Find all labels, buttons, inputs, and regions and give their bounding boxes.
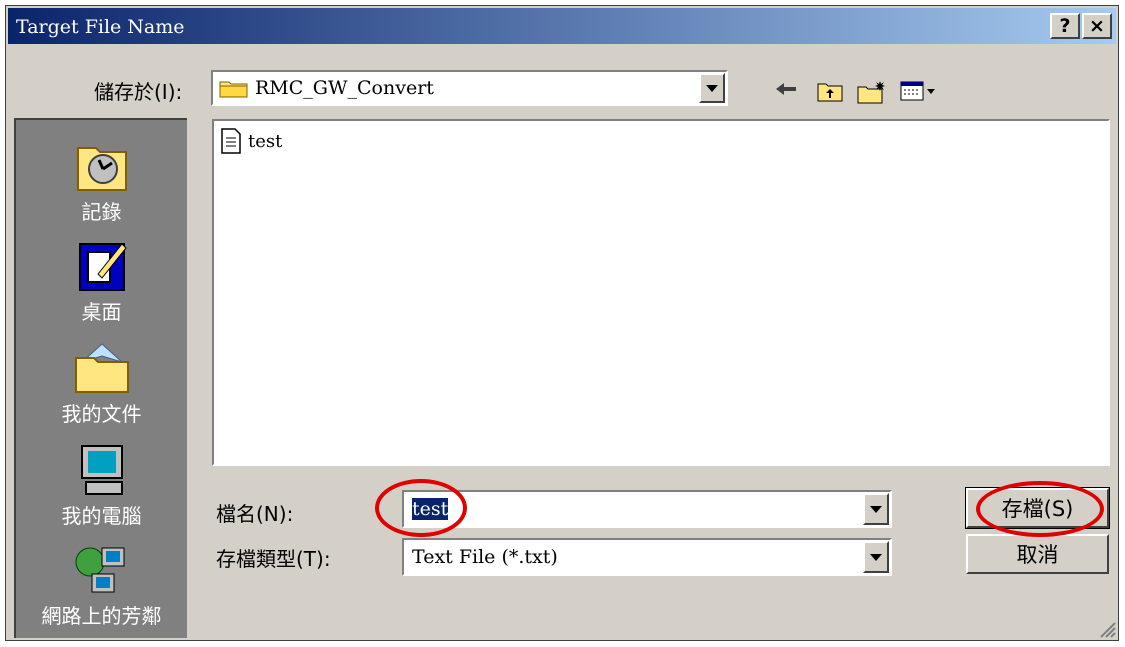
my-documents-icon [72,340,132,396]
place-label: 我的文件 [61,402,142,426]
place-my-computer[interactable]: 我的電腦 [16,442,187,529]
place-label: 桌面 [81,300,122,324]
save-dialog: Target File Name ? × 儲存於(I): RMC_GW_Conv… [5,5,1119,641]
dialog-title: Target File Name [16,16,185,38]
save-in-combo[interactable]: RMC_GW_Convert [211,70,728,106]
place-desktop[interactable]: 桌面 [16,238,187,325]
resize-grip-icon[interactable] [1098,620,1116,638]
filetype-value: Text File (*.txt) [412,546,558,568]
save-highlight-ellipse [976,481,1104,537]
close-button[interactable]: × [1082,13,1112,39]
filename-highlight-ellipse [375,479,467,537]
view-menu-icon[interactable] [899,79,937,109]
text-file-icon [220,127,242,155]
filetype-select[interactable]: Text File (*.txt) [402,538,892,576]
place-label: 網路上的芳鄰 [41,604,162,628]
list-item[interactable]: test [220,127,282,155]
cancel-button[interactable]: 取消 [966,534,1109,574]
place-label: 我的電腦 [61,504,142,528]
up-folder-icon[interactable] [816,79,844,109]
chevron-down-icon[interactable] [699,73,725,103]
chevron-down-icon[interactable] [863,493,889,525]
place-history[interactable]: 記錄 [16,138,187,225]
file-name: test [248,130,283,152]
network-places-icon [72,542,132,598]
places-bar: 記錄 桌面 我的文件 我的電腦 網路上的芳鄰 [14,118,187,638]
folder-icon [219,78,249,98]
title-bar: Target File Name ? × [8,8,1116,44]
filetype-label: 存檔類型(T): [216,547,331,571]
filename-label: 檔名(N): [216,502,294,526]
place-network[interactable]: 網路上的芳鄰 [16,542,187,629]
back-icon[interactable] [774,79,800,105]
chevron-down-icon[interactable] [863,541,889,573]
new-folder-icon[interactable] [856,79,888,111]
help-button[interactable]: ? [1050,13,1080,39]
filename-input[interactable]: test [402,490,892,528]
file-list[interactable]: test [212,119,1110,466]
place-my-documents[interactable]: 我的文件 [16,340,187,427]
save-in-label: 儲存於(I): [94,80,183,104]
history-icon [72,138,132,194]
save-in-value: RMC_GW_Convert [255,77,434,99]
my-computer-icon [72,442,132,498]
place-label: 記錄 [81,200,122,224]
desktop-icon [72,238,132,294]
